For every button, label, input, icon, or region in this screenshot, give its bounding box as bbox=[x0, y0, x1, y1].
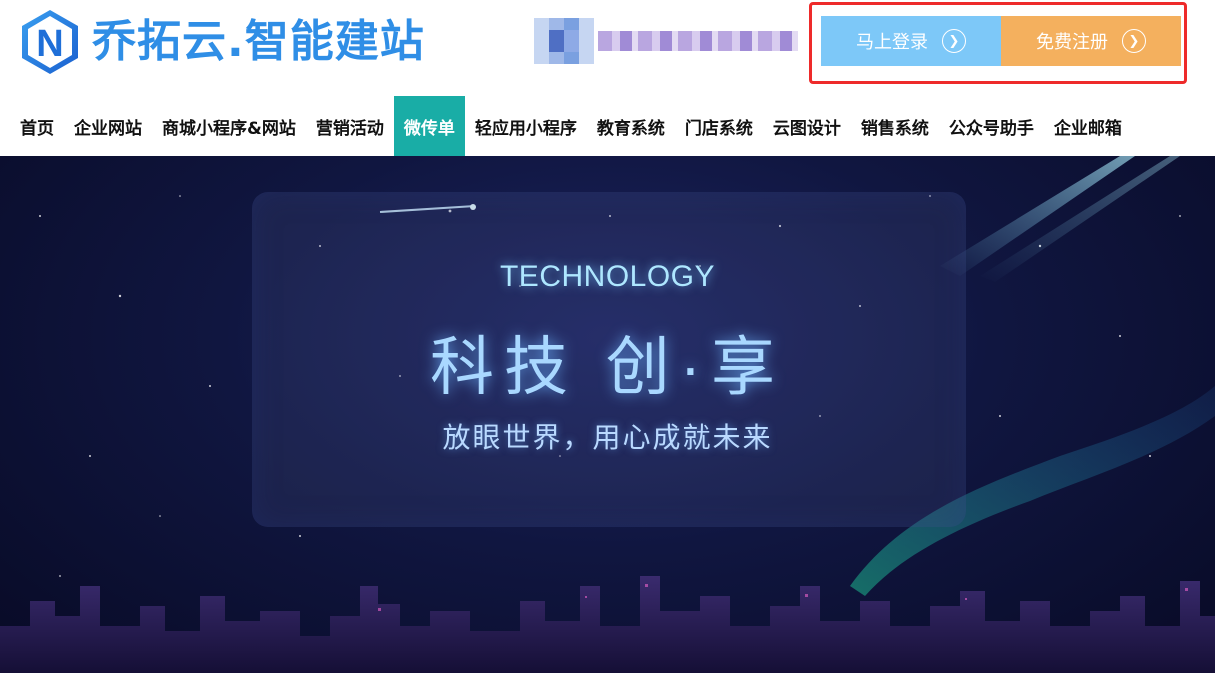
register-label: 免费注册 bbox=[1036, 32, 1108, 53]
nav-item-education[interactable]: 教育系统 bbox=[587, 96, 675, 156]
site-name[interactable]: 乔拓云.智能建站 bbox=[92, 10, 425, 74]
chevron-right-circle-icon: ❯ bbox=[1122, 29, 1146, 53]
nav-label: 云图设计 bbox=[772, 118, 841, 139]
hero-eyebrow: TECHNOLOGY bbox=[499, 260, 716, 293]
nav-item-micro-flyer[interactable]: 微传单 bbox=[393, 96, 465, 156]
nav-label: 轻应用小程序 bbox=[474, 118, 577, 139]
hero-banner[interactable]: TECHNOLOGY 科技 创·享 放眼世界，用心成就未来 bbox=[0, 156, 1215, 673]
blurred-username bbox=[598, 31, 798, 51]
nav-label: 公众号助手 bbox=[948, 118, 1034, 139]
login-button[interactable]: 马上登录 ❯ bbox=[821, 16, 1001, 66]
svg-text:N: N bbox=[36, 23, 63, 65]
nav-item-mall-miniprogram[interactable]: 商城小程序&网站 bbox=[152, 96, 306, 156]
nav-item-sales[interactable]: 销售系统 bbox=[851, 96, 939, 156]
nav-label: 营销活动 bbox=[315, 118, 384, 139]
nav-item-cloud-design[interactable]: 云图设计 bbox=[763, 96, 851, 156]
nav-label: 商城小程序&网站 bbox=[162, 118, 296, 139]
nav-item-official-account[interactable]: 公众号助手 bbox=[939, 96, 1044, 156]
nav-item-enterprise-mail[interactable]: 企业邮箱 bbox=[1044, 96, 1132, 156]
chevron-right-circle-icon: ❯ bbox=[942, 29, 966, 53]
login-label: 马上登录 bbox=[856, 32, 928, 53]
nav-label: 企业网站 bbox=[74, 118, 142, 139]
nav-item-home[interactable]: 首页 bbox=[10, 96, 64, 156]
hero-title: 科技 创·享 bbox=[429, 331, 786, 403]
nav-label: 门店系统 bbox=[684, 118, 753, 139]
nav-label: 首页 bbox=[20, 118, 54, 139]
nav-item-marketing[interactable]: 营销活动 bbox=[306, 96, 394, 156]
nav-label: 企业邮箱 bbox=[1053, 118, 1122, 139]
register-button[interactable]: 免费注册 ❯ bbox=[1001, 16, 1181, 66]
main-nav: 首页 企业网站 商城小程序&网站 营销活动 微传单 轻应用小程序 教育系统 门店… bbox=[0, 96, 1215, 156]
nav-item-light-app[interactable]: 轻应用小程序 bbox=[465, 96, 587, 156]
hero-subtitle: 放眼世界，用心成就未来 bbox=[442, 421, 773, 454]
nav-item-store[interactable]: 门店系统 bbox=[675, 96, 763, 156]
nav-item-enterprise-site[interactable]: 企业网站 bbox=[64, 96, 152, 156]
site-header: N 乔拓云.智能建站 马上登录 ❯ 免费注册 ❯ bbox=[0, 0, 1215, 96]
blurred-avatar bbox=[534, 18, 594, 64]
nav-label: 微传单 bbox=[403, 118, 455, 139]
blurred-user-info bbox=[534, 18, 798, 64]
nav-label: 教育系统 bbox=[596, 118, 665, 139]
brand-logo-icon[interactable]: N bbox=[16, 8, 84, 76]
nav-label: 销售系统 bbox=[860, 118, 929, 139]
